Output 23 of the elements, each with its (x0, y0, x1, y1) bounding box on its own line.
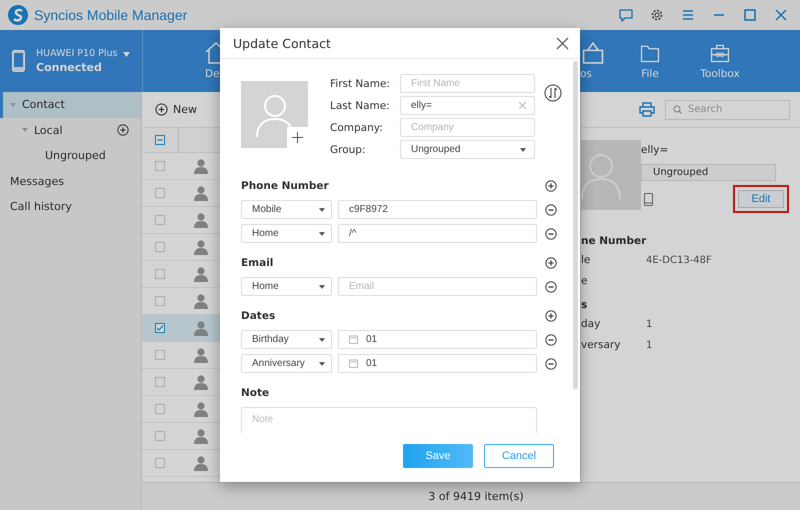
field-label: versary (581, 339, 622, 351)
field-label: First Name: (330, 78, 391, 90)
field-label: Group: (330, 144, 367, 156)
field-value: 1 (646, 340, 652, 350)
field-label: day (581, 318, 602, 330)
app-title: Syncios Mobile Manager (34, 7, 188, 23)
section-heading: Email (241, 257, 274, 269)
contact-name: elly= (641, 144, 670, 158)
field-label: le (581, 254, 592, 266)
field-value: 1 (646, 318, 652, 330)
section-heading: Dates (241, 310, 276, 322)
section-heading: s (581, 299, 588, 313)
dialog-title: Update Contact (233, 36, 331, 50)
field-value: 4E-DC13-48F (646, 254, 712, 266)
field-label: e (581, 275, 588, 287)
device-name: HUAWEI P10 Plus (36, 48, 118, 59)
field-label: Last Name: (330, 100, 391, 112)
group-label: Ungrouped (641, 164, 776, 181)
field-label: Company: (330, 122, 384, 134)
section-heading: Phone Number (241, 180, 329, 192)
section-heading: ne Number (581, 235, 648, 249)
device-status: Connected (36, 61, 103, 74)
section-heading: Note (241, 387, 270, 399)
